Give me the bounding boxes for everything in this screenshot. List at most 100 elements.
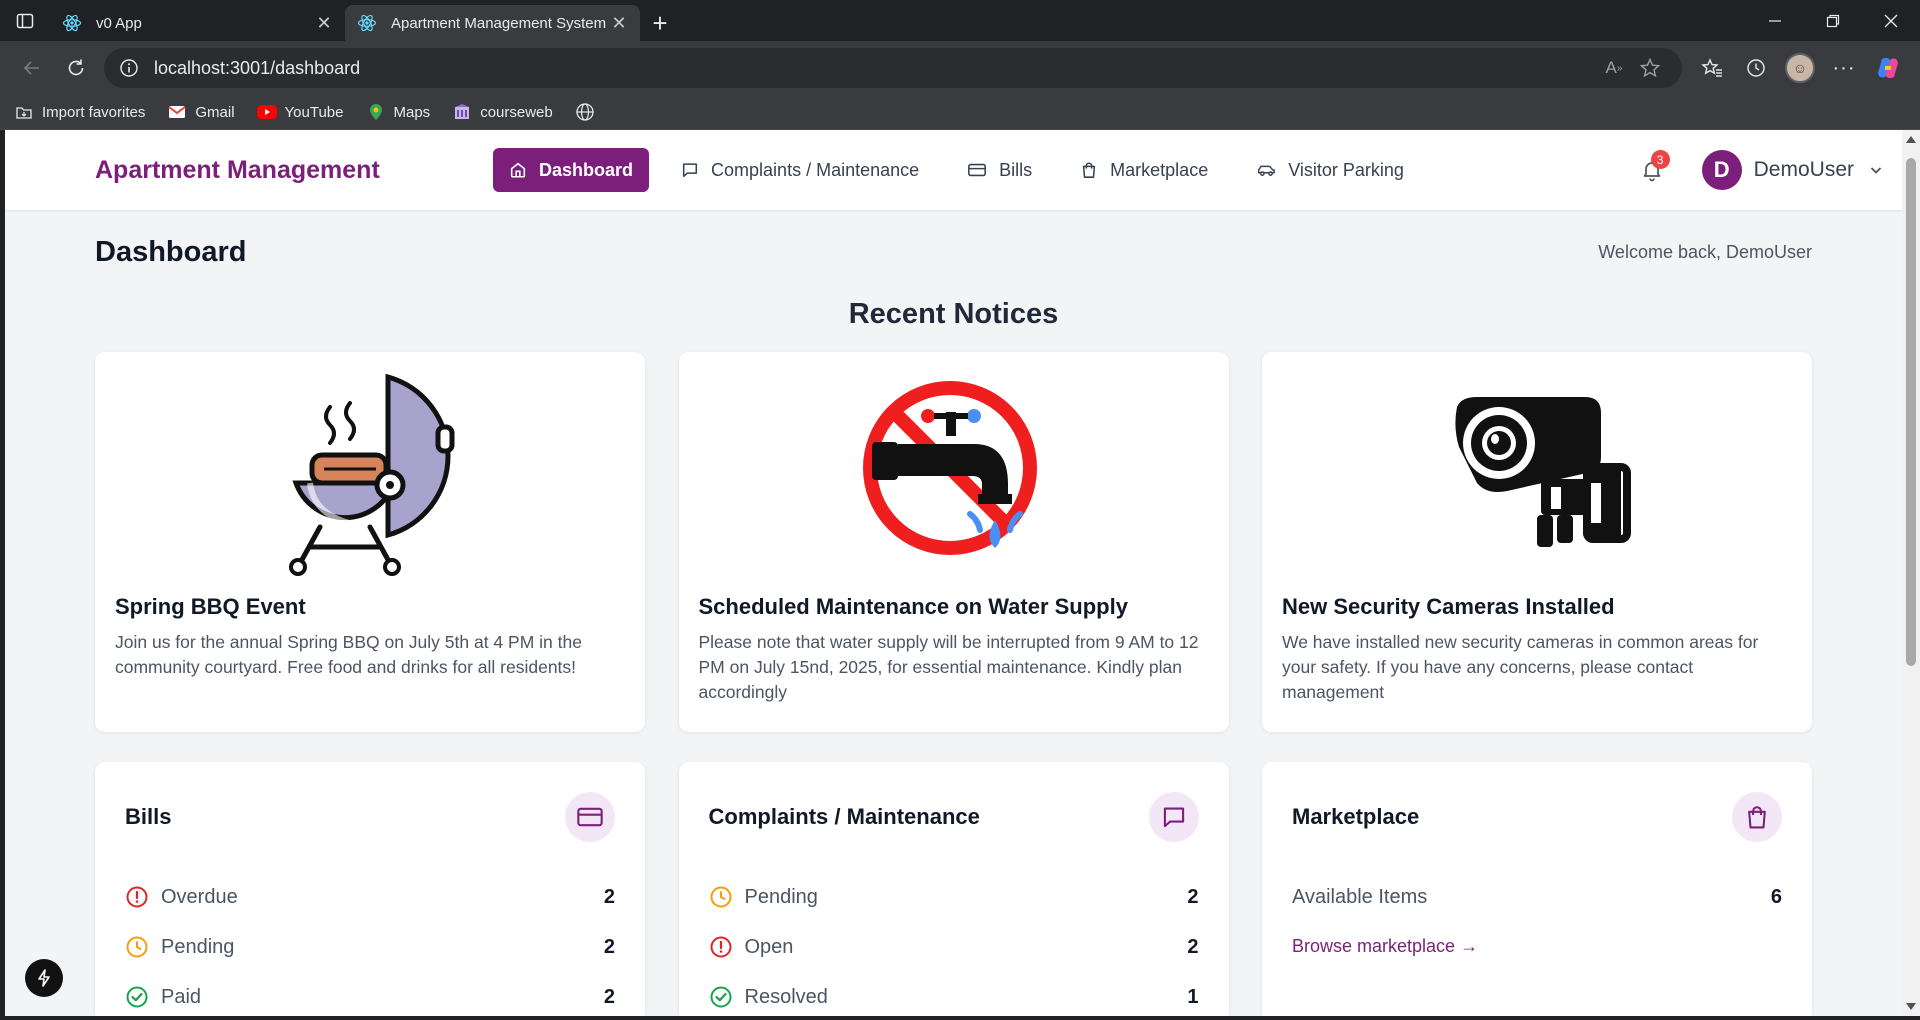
main-nav: Dashboard Complaints / Maintenance Bills… — [493, 148, 1436, 192]
main-content: Dashboard Welcome back, DemoUser Recent … — [5, 210, 1902, 1016]
youtube-icon — [256, 103, 277, 121]
site-info-icon[interactable] — [118, 57, 140, 79]
card-header: Marketplace — [1292, 762, 1782, 872]
stat-label: Available Items — [1292, 885, 1428, 908]
scroll-thumb[interactable] — [1906, 158, 1916, 666]
bookmark-youtube[interactable]: YouTube — [256, 103, 344, 121]
close-icon[interactable]: ✕ — [313, 12, 335, 34]
avatar: D — [1701, 150, 1742, 190]
stat-value: 2 — [1187, 885, 1199, 908]
nav-user-area: 3 D DemoUser — [1632, 130, 1902, 210]
stat-value: 2 — [603, 885, 615, 908]
shopping-bag-icon — [1732, 792, 1782, 842]
credit-card-icon — [968, 163, 987, 177]
browse-marketplace-link[interactable]: Browse marketplace → — [1292, 936, 1478, 957]
notice-title: Scheduled Maintenance on Water Supply — [698, 594, 1128, 619]
refresh-icon[interactable] — [54, 48, 98, 88]
react-icon — [357, 13, 377, 33]
tab-title: v0 App — [96, 14, 142, 32]
browser-tab-v0[interactable]: v0 App ✕ — [50, 5, 345, 41]
gmail-icon — [167, 103, 187, 121]
more-menu-icon[interactable]: ··· — [1822, 48, 1866, 88]
sidebar-toggle-icon[interactable] — [0, 0, 50, 41]
nav-visitor-parking[interactable]: Visitor Parking — [1240, 148, 1420, 192]
brand-logo[interactable]: Apartment Management — [95, 156, 493, 185]
complaints-card[interactable]: Complaints / Maintenance Pending 2 Open … — [678, 762, 1229, 1016]
page-title: Dashboard — [95, 235, 247, 268]
notice-title: Spring BBQ Event — [115, 594, 306, 619]
check-circle-icon — [126, 986, 148, 1008]
stat-row: Open 2 — [709, 922, 1199, 972]
bookmark-courseweb[interactable]: courseweb — [452, 103, 553, 121]
stat-label: Open — [744, 935, 794, 958]
bookmark-import-favorites[interactable]: Import favorites — [14, 103, 145, 121]
credit-card-icon — [565, 792, 615, 842]
message-icon — [682, 163, 698, 178]
user-menu[interactable]: D DemoUser — [1701, 150, 1884, 190]
notices-list: Spring BBQ Event Join us for the annual … — [95, 352, 1812, 732]
globe-icon[interactable] — [575, 102, 595, 122]
message-icon — [1148, 792, 1199, 842]
stat-row: Overdue 2 — [125, 872, 615, 922]
marketplace-card[interactable]: Marketplace Available Items 6 Browse mar… — [1262, 762, 1812, 1016]
minimize-icon[interactable] — [1746, 0, 1804, 41]
restore-icon[interactable] — [1804, 0, 1862, 41]
tab-title: Apartment Management System — [391, 14, 607, 32]
scroll-down-icon[interactable] — [1906, 1003, 1916, 1010]
read-aloud-icon[interactable]: A» — [1596, 58, 1632, 78]
stat-value: 1 — [1187, 985, 1199, 1008]
bookmark-maps[interactable]: Maps — [366, 103, 430, 121]
car-icon — [1258, 165, 1276, 176]
alert-circle-icon — [710, 936, 731, 958]
stat-row: Resolved 1 — [709, 972, 1199, 1016]
card-title: Complaints / Maintenance — [708, 804, 980, 829]
v0-toolbar-button[interactable] — [25, 959, 63, 997]
card-title: Marketplace — [1292, 804, 1420, 829]
bookmark-gmail[interactable]: Gmail — [167, 103, 235, 121]
nav-bills[interactable]: Bills — [951, 148, 1048, 192]
welcome-text: Welcome back, DemoUser — [1598, 241, 1812, 262]
notice-title: New Security Cameras Installed — [1282, 594, 1615, 619]
stat-value: 6 — [1770, 885, 1782, 908]
browser-tab-apartment[interactable]: Apartment Management System ✕ — [345, 5, 640, 41]
scroll-up-icon[interactable] — [1906, 136, 1916, 143]
profile-avatar[interactable]: ☺ — [1778, 48, 1822, 88]
home-icon — [510, 162, 526, 178]
copilot-icon[interactable] — [1866, 48, 1910, 88]
favorite-star-icon[interactable] — [1632, 57, 1668, 79]
alert-circle-icon — [126, 886, 148, 908]
user-name: DemoUser — [1753, 158, 1854, 181]
back-arrow-icon[interactable] — [10, 48, 54, 88]
shopping-bag-icon — [1082, 162, 1096, 178]
react-icon — [62, 13, 82, 33]
bills-card[interactable]: Bills Overdue 2 Pending 2 Paid 2 — [95, 762, 645, 1016]
nav-dashboard[interactable]: Dashboard — [493, 148, 650, 192]
window-controls — [1746, 0, 1920, 41]
bookmarks-bar: Import favorites Gmail YouTube Maps cour… — [0, 95, 1920, 130]
stat-row: Pending 2 — [125, 922, 615, 972]
nav-marketplace[interactable]: Marketplace — [1064, 148, 1224, 192]
notice-card[interactable]: New Security Cameras Installed We have i… — [1262, 352, 1812, 732]
favorites-icon[interactable] — [1690, 48, 1734, 88]
page-scrollbar[interactable] — [1902, 130, 1920, 1016]
stat-label: Pending — [161, 935, 235, 958]
nav-complaints[interactable]: Complaints / Maintenance — [665, 148, 935, 192]
notice-card[interactable]: Spring BBQ Event Join us for the annual … — [95, 352, 645, 732]
security-camera-icon — [1282, 352, 1792, 592]
chevron-down-icon — [1870, 167, 1882, 174]
notice-card[interactable]: Scheduled Maintenance on Water Supply Pl… — [678, 352, 1229, 732]
stat-value: 2 — [603, 985, 615, 1008]
close-window-icon[interactable] — [1862, 0, 1920, 41]
notifications-button[interactable]: 3 — [1632, 150, 1672, 190]
history-icon[interactable] — [1734, 48, 1778, 88]
stat-label: Pending — [744, 885, 818, 908]
app-navbar: Apartment Management Dashboard Complaint… — [5, 130, 1902, 210]
no-water-tap-icon — [699, 352, 1209, 592]
notice-body: Join us for the annual Spring BBQ on Jul… — [115, 632, 582, 677]
stat-label: Paid — [161, 985, 202, 1008]
notification-badge: 3 — [1650, 150, 1670, 169]
url-input[interactable]: localhost:3001/dashboard A» — [104, 48, 1682, 88]
bbq-grill-icon — [115, 352, 625, 592]
close-icon[interactable]: ✕ — [608, 12, 630, 34]
new-tab-button[interactable]: + — [640, 5, 680, 41]
